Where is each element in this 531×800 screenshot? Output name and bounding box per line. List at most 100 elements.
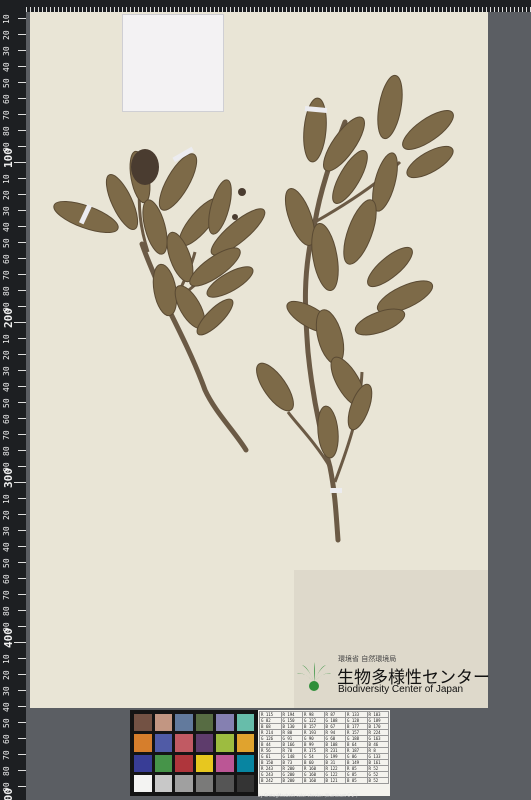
ruler-tick xyxy=(18,546,26,547)
ruler-tick-label: 50 xyxy=(2,238,11,248)
ruler-tick-label: 30 xyxy=(2,366,11,376)
ruler-tick xyxy=(18,610,26,611)
ruler-tick-label: 60 xyxy=(2,574,11,584)
ruler-tick xyxy=(14,482,26,483)
color-swatch xyxy=(134,754,152,772)
ruler-tick-label: 60 xyxy=(2,734,11,744)
color-swatch xyxy=(134,714,152,732)
color-swatch xyxy=(175,774,193,792)
ruler-tick-label: 40 xyxy=(2,62,11,72)
ruler-tick-label: 10 xyxy=(2,334,11,344)
ruler-tick-label: 10 xyxy=(2,654,11,664)
ruler-tick-label: 70 xyxy=(2,110,11,120)
ruler-tick xyxy=(18,146,26,147)
ruler-tick xyxy=(18,514,26,515)
ruler-tick xyxy=(18,418,26,419)
ruler-tick xyxy=(18,354,26,355)
ruler-tick-label: 70 xyxy=(2,430,11,440)
ruler-tick-label: 300 xyxy=(2,468,15,488)
color-swatch xyxy=(134,734,152,752)
ruler-tick-label: 400 xyxy=(2,628,15,648)
ruler-tick xyxy=(18,786,26,787)
ruler-tick-label: 20 xyxy=(2,30,11,40)
color-swatch xyxy=(195,734,213,752)
color-swatch xyxy=(216,714,234,732)
measuring-ruler: 10 20 30 40 50 60 70 80 90 100 10 20 30 40 50 60 70 80 90 2… xyxy=(0,0,26,800)
color-value-table: R 115 R 194 R 98 R 87 R 133 R 103 G 82 G 150 G 1… xyxy=(258,710,390,796)
ruler-tick xyxy=(18,274,26,275)
ruler-tick xyxy=(18,338,26,339)
ruler-tick-label: 30 xyxy=(2,46,11,56)
ruler-tick-label: 70 xyxy=(2,750,11,760)
color-swatch xyxy=(195,754,213,772)
ruler-tick xyxy=(18,386,26,387)
ruler-tick-label: 60 xyxy=(2,94,11,104)
table-row: B 242 B 200 B 160 B 121 B 85 B 52 xyxy=(259,777,389,784)
organization-name-en: Biodiversity Center of Japan xyxy=(338,684,464,695)
table-cell: B 85 xyxy=(345,777,368,784)
table-cell: B 200 xyxy=(280,777,303,784)
color-swatch xyxy=(216,734,234,752)
color-swatch xyxy=(216,754,234,772)
ruler-tick-label: 10 xyxy=(2,14,11,24)
ruler-tick xyxy=(18,578,26,579)
ruler-tick xyxy=(18,498,26,499)
ruler-tick xyxy=(18,770,26,771)
color-swatch xyxy=(175,734,193,752)
ruler-tick-label: 80 xyxy=(2,606,11,616)
ruler-tick-label: 60 xyxy=(2,254,11,264)
ruler-tick xyxy=(18,754,26,755)
ruler-tick-label: 80 xyxy=(2,286,11,296)
ruler-tick-label: 100 xyxy=(2,148,15,168)
right-branch xyxy=(256,74,454,543)
ruler-tick xyxy=(18,178,26,179)
ruler-tick xyxy=(14,322,26,323)
ruler-tick xyxy=(18,706,26,707)
color-swatch xyxy=(195,714,213,732)
color-swatch xyxy=(175,754,193,772)
ruler-tick xyxy=(18,130,26,131)
ruler-tick xyxy=(18,50,26,51)
ruler-tick xyxy=(18,258,26,259)
ruler-tick-label: 30 xyxy=(2,686,11,696)
color-swatch xyxy=(175,714,193,732)
color-swatch xyxy=(236,754,254,772)
ruler-tick xyxy=(18,306,26,307)
color-swatch xyxy=(195,774,213,792)
ruler-tick xyxy=(18,466,26,467)
ruler-tick xyxy=(18,98,26,99)
table-cell: B 160 xyxy=(302,777,325,784)
ruler-tick-label: 20 xyxy=(2,190,11,200)
table-cell: B 242 xyxy=(259,777,282,784)
color-checker-caption: by GretagMacbeth color checker (Illumina… xyxy=(258,793,358,798)
ruler-tick xyxy=(18,82,26,83)
ruler-tick xyxy=(18,738,26,739)
ruler-tick-label: 40 xyxy=(2,382,11,392)
ruler-tick-label: 70 xyxy=(2,590,11,600)
ruler-tick xyxy=(18,114,26,115)
ruler-tick xyxy=(18,34,26,35)
ruler-tick xyxy=(18,658,26,659)
ruler-tick-label: 50 xyxy=(2,558,11,568)
ruler-tick xyxy=(18,66,26,67)
ruler-tick xyxy=(18,562,26,563)
ruler-tick xyxy=(18,210,26,211)
ruler-tick-label: 20 xyxy=(2,350,11,360)
ruler-tick-label: 40 xyxy=(2,222,11,232)
ruler-tick-label: 50 xyxy=(2,398,11,408)
ruler-tick xyxy=(18,594,26,595)
color-swatch xyxy=(134,774,152,792)
ruler-tick xyxy=(18,402,26,403)
ruler-tick xyxy=(18,18,26,19)
ruler-tick xyxy=(18,530,26,531)
ruler-tick xyxy=(18,290,26,291)
ruler-tick-label: 50 xyxy=(2,718,11,728)
ruler-tick-label: 80 xyxy=(2,766,11,776)
ruler-tick xyxy=(18,370,26,371)
ruler-tick xyxy=(18,226,26,227)
table-cell: B 121 xyxy=(323,777,346,784)
color-swatch xyxy=(154,774,172,792)
ruler-tick-label: 10 xyxy=(2,494,11,504)
color-swatch xyxy=(236,714,254,732)
sprout-logo-icon xyxy=(297,662,331,691)
